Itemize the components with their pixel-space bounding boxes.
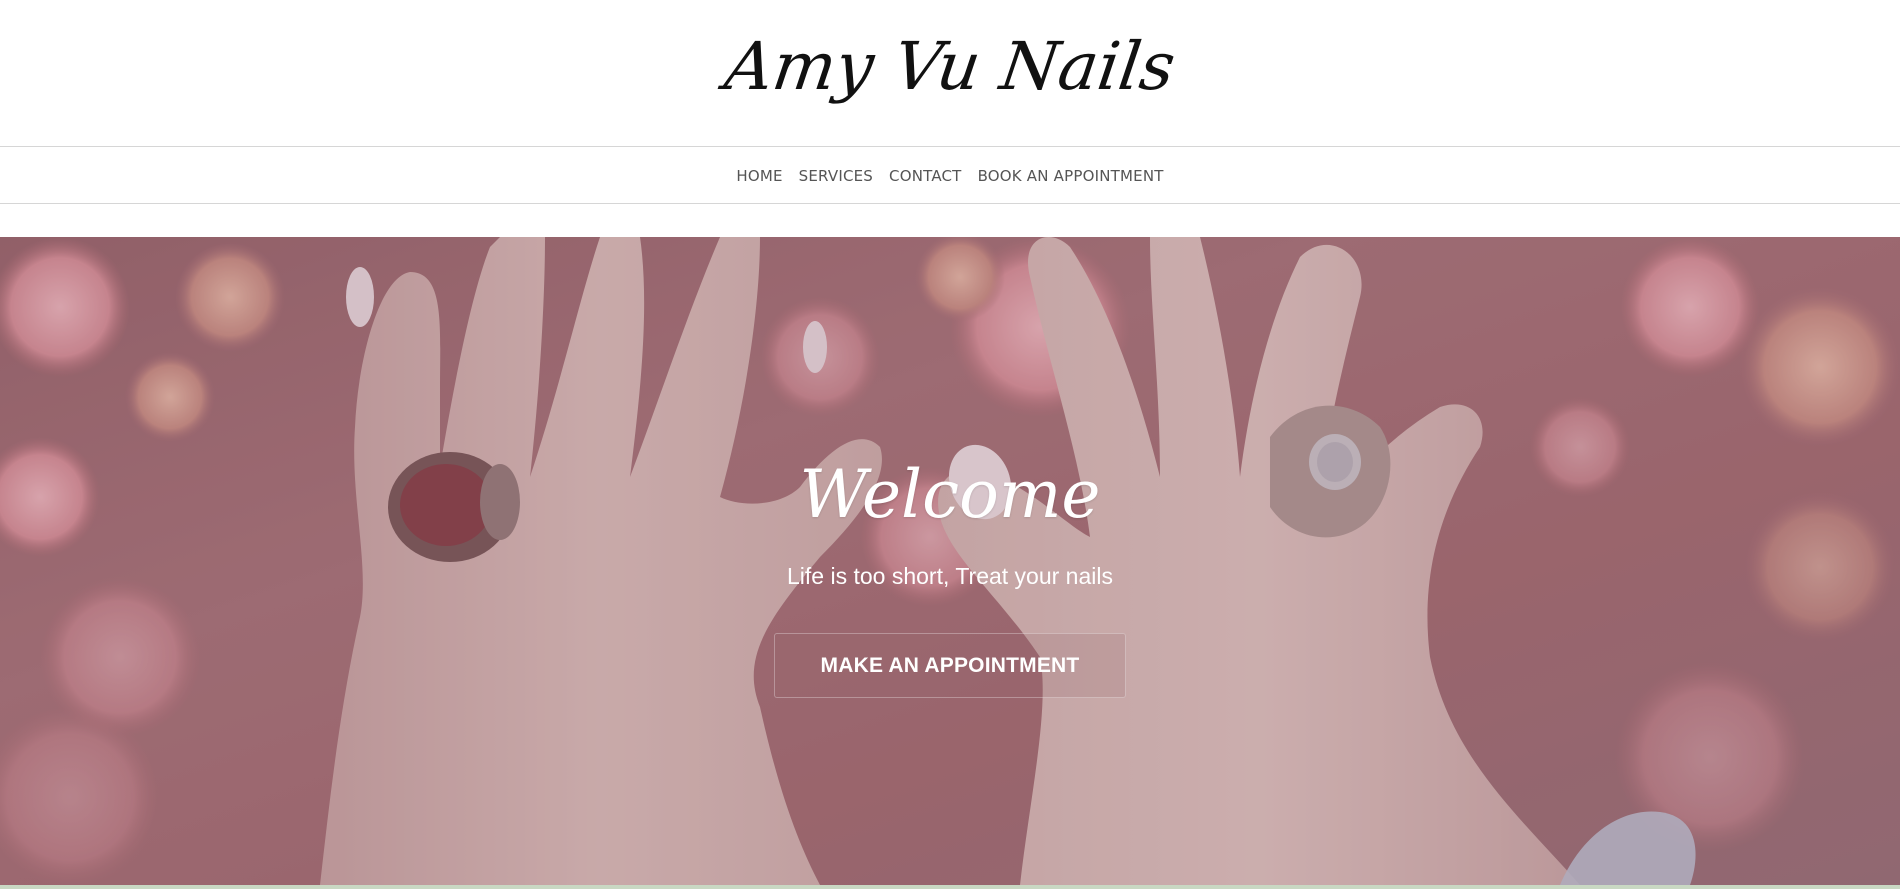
nav-item-services[interactable]: SERVICES <box>799 167 873 185</box>
hero-title: Welcome <box>799 456 1101 533</box>
header-spacer <box>0 205 1900 237</box>
nav-item-contact[interactable]: CONTACT <box>889 167 962 185</box>
site-logo[interactable]: Amy Vu Nails <box>0 26 1900 108</box>
nav-item-book-appointment[interactable]: BOOK AN APPOINTMENT <box>978 167 1164 185</box>
hero-subtitle: Life is too short, Treat your nails <box>787 563 1113 589</box>
hero-content: Welcome Life is too short, Treat your na… <box>0 455 1900 698</box>
nav-item-home[interactable]: HOME <box>736 167 782 185</box>
hero-section: Welcome Life is too short, Treat your na… <box>0 237 1900 885</box>
page: Amy Vu Nails HOME SERVICES CONTACT BOOK … <box>0 0 1900 889</box>
site-header: Amy Vu Nails <box>0 0 1900 147</box>
hero-bottom-accent <box>0 885 1900 889</box>
make-appointment-button[interactable]: MAKE AN APPOINTMENT <box>774 633 1126 698</box>
main-nav: HOME SERVICES CONTACT BOOK AN APPOINTMEN… <box>0 148 1900 204</box>
